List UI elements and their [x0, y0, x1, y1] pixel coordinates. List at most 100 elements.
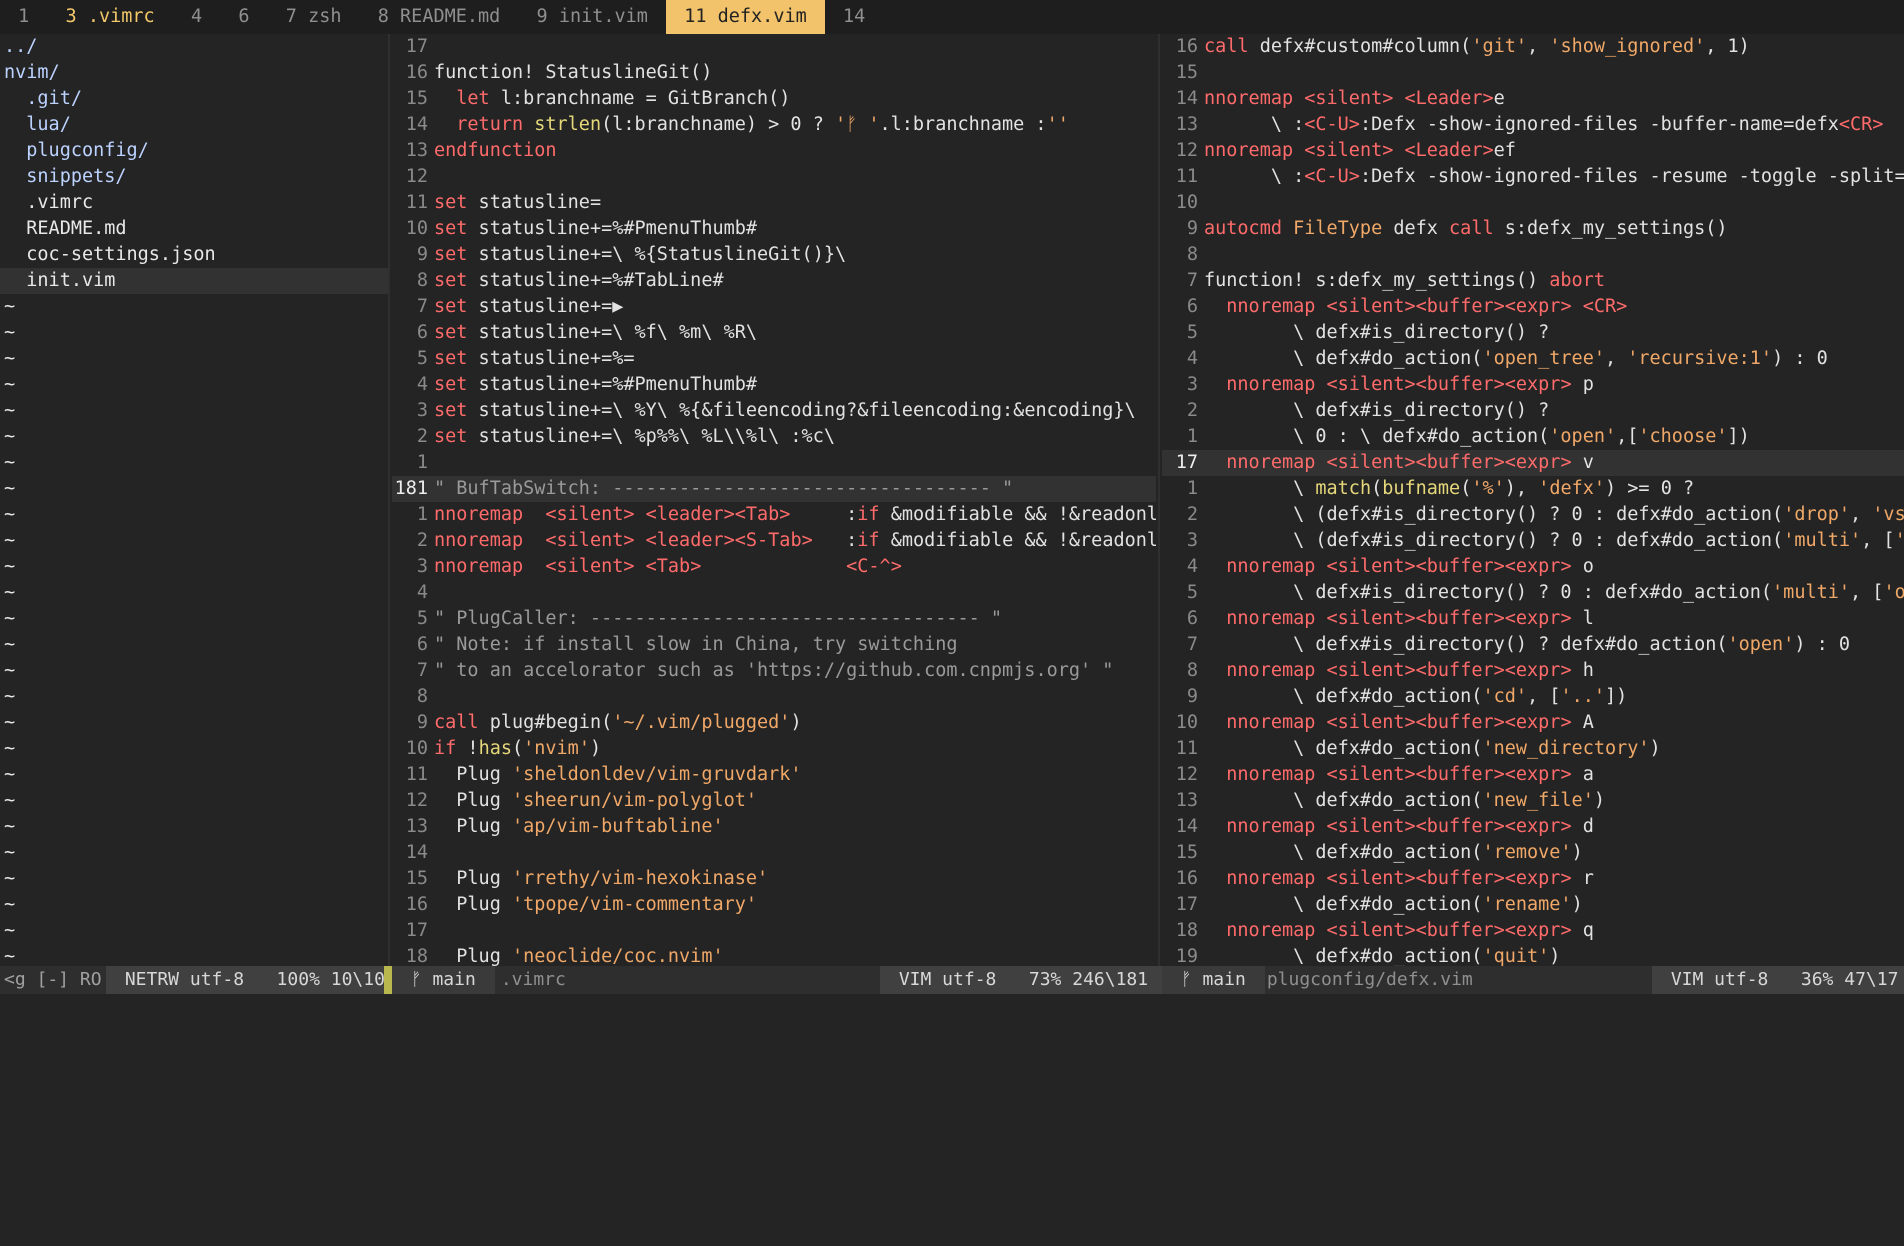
buffer-tab[interactable]: 6 — [220, 0, 267, 34]
code-line[interactable]: 2 \ defx#is_directory() ? — [1162, 398, 1904, 424]
defx-editor-pane[interactable]: 16 call defx#custom#column('git', 'show_i… — [1162, 34, 1904, 966]
code-line[interactable]: 3 nnoremap <silent> <Tab> <C-^> — [392, 554, 1156, 580]
code-line[interactable]: 15 \ defx#do_action('remove') — [1162, 840, 1904, 866]
code-line[interactable]: 8 — [392, 684, 1156, 710]
buffer-tab[interactable]: 9 init.vim — [518, 0, 666, 34]
line-text[interactable] — [1204, 242, 1904, 268]
netrw-entry[interactable]: plugconfig/ — [0, 138, 388, 164]
line-text[interactable]: \ :<C-U>:Defx -show-ignored-files -buffe… — [1204, 112, 1904, 138]
code-line[interactable]: 7 " to an accelorator such as 'https://gi… — [392, 658, 1156, 684]
line-text[interactable] — [434, 34, 1156, 60]
line-text[interactable]: nnoremap <silent><buffer><expr> <CR> — [1204, 294, 1904, 320]
code-line[interactable]: 4 set statusline+=%#PmenuThumb# — [392, 372, 1156, 398]
line-text[interactable]: set statusline+=%= — [434, 346, 1156, 372]
code-line[interactable]: 12 nnoremap <silent><buffer><expr> a — [1162, 762, 1904, 788]
line-text[interactable]: set statusline+=%#TabLine# — [434, 268, 1156, 294]
code-line[interactable]: 5 " PlugCaller: -------------------------… — [392, 606, 1156, 632]
code-line[interactable]: 9 autocmd FileType defx call s:defx_my_se… — [1162, 216, 1904, 242]
buffer-tab[interactable]: 7 zsh — [268, 0, 360, 34]
line-text[interactable]: nnoremap <silent><buffer><expr> o — [1204, 554, 1904, 580]
code-line[interactable]: 16 function! StatuslineGit() — [392, 60, 1156, 86]
line-text[interactable]: \ defx#do_action('quit') — [1204, 944, 1904, 966]
netrw-entry[interactable]: .vimrc — [0, 190, 388, 216]
code-line[interactable]: 13 \ defx#do_action('new_file') — [1162, 788, 1904, 814]
code-line[interactable]: 15 — [1162, 60, 1904, 86]
code-line[interactable]: 2 set statusline+=\ %p%%\ %L\\%l\ :%c\ — [392, 424, 1156, 450]
code-line[interactable]: 5 \ defx#is_directory() ? — [1162, 320, 1904, 346]
line-text[interactable]: \ defx#do_action('rename') — [1204, 892, 1904, 918]
netrw-entry-name[interactable]: README.md — [0, 216, 388, 242]
line-text[interactable]: set statusline+=%#PmenuThumb# — [434, 372, 1156, 398]
line-text[interactable] — [1204, 190, 1904, 216]
buffer-tab[interactable]: 11 defx.vim — [666, 0, 825, 34]
line-text[interactable]: \ (defx#is_directory() ? 0 : defx#do_act… — [1204, 528, 1904, 554]
line-text[interactable] — [1204, 60, 1904, 86]
code-line[interactable]: 11 \ defx#do_action('new_directory') — [1162, 736, 1904, 762]
line-text[interactable]: nnoremap <silent> <Leader>e — [1204, 86, 1904, 112]
code-line[interactable]: 8 set statusline+=%#TabLine# — [392, 268, 1156, 294]
line-text[interactable]: " BufTabSwitch: ------------------------… — [434, 476, 1156, 502]
code-line[interactable]: 15 let l:branchname = GitBranch() — [392, 86, 1156, 112]
line-text[interactable]: set statusline= — [434, 190, 1156, 216]
netrw-entry[interactable]: .git/ — [0, 86, 388, 112]
line-text[interactable] — [434, 580, 1156, 606]
buffer-tab[interactable]: 3 .vimrc — [47, 0, 172, 34]
line-text[interactable]: Plug 'rrethy/vim-hexokinase' — [434, 866, 1156, 892]
netrw-entry-name[interactable]: init.vim — [0, 268, 388, 294]
netrw-entry[interactable]: nvim/ — [0, 60, 388, 86]
code-line[interactable]: 6 nnoremap <silent><buffer><expr> <CR> — [1162, 294, 1904, 320]
line-text[interactable]: " Note: if install slow in China, try sw… — [434, 632, 1156, 658]
buffer-tab[interactable]: 14 — [825, 0, 884, 34]
code-line[interactable]: 5 \ defx#is_directory() ? 0 : defx#do_ac… — [1162, 580, 1904, 606]
line-text[interactable]: \ defx#is_directory() ? — [1204, 398, 1904, 424]
netrw-entry-name[interactable]: ../ — [0, 34, 388, 60]
code-line[interactable]: 16 nnoremap <silent><buffer><expr> r — [1162, 866, 1904, 892]
line-text[interactable]: \ match(bufname('%'), 'defx') >= 0 ? — [1204, 476, 1904, 502]
line-text[interactable] — [434, 840, 1156, 866]
code-line[interactable]: 14 nnoremap <silent><buffer><expr> d — [1162, 814, 1904, 840]
line-text[interactable]: return strlen(l:branchname) > 0 ? 'ᚠ '.l… — [434, 112, 1156, 138]
code-line[interactable]: 18 nnoremap <silent><buffer><expr> q — [1162, 918, 1904, 944]
line-text[interactable]: nnoremap <silent> <Leader>ef — [1204, 138, 1904, 164]
line-text[interactable]: set statusline+=\ %Y\ %{&fileencoding?&f… — [434, 398, 1156, 424]
line-text[interactable] — [434, 684, 1156, 710]
line-text[interactable] — [434, 918, 1156, 944]
netrw-entry-name[interactable]: nvim/ — [0, 60, 388, 86]
code-line[interactable]: 6 set statusline+=\ %f\ %m\ %R\ — [392, 320, 1156, 346]
code-line[interactable]: 12 nnoremap <silent> <Leader>ef — [1162, 138, 1904, 164]
code-line[interactable]: 6 " Note: if install slow in China, try s… — [392, 632, 1156, 658]
code-line[interactable]: 10 — [1162, 190, 1904, 216]
line-text[interactable]: Plug 'sheldonldev/vim-gruvdark' — [434, 762, 1156, 788]
line-text[interactable]: set statusline+=\ %p%%\ %L\\%l\ :%c\ — [434, 424, 1156, 450]
code-line[interactable]: 13 endfunction — [392, 138, 1156, 164]
buffer-tab[interactable]: 4 — [173, 0, 220, 34]
code-line[interactable]: 18 Plug 'neoclide/coc.nvim' — [392, 944, 1156, 966]
code-line[interactable]: 2 nnoremap <silent> <leader><S-Tab> :if &… — [392, 528, 1156, 554]
line-text[interactable]: nnoremap <silent><buffer><expr> p — [1204, 372, 1904, 398]
netrw-entry[interactable]: init.vim — [0, 268, 388, 294]
code-line[interactable]: 14 — [392, 840, 1156, 866]
code-line[interactable]: 1 \ match(bufname('%'), 'defx') >= 0 ? — [1162, 476, 1904, 502]
code-line[interactable]: 8 nnoremap <silent><buffer><expr> h — [1162, 658, 1904, 684]
line-text[interactable]: nnoremap <silent><buffer><expr> q — [1204, 918, 1904, 944]
command-line[interactable] — [0, 994, 1904, 1047]
code-line[interactable]: 3 \ (defx#is_directory() ? 0 : defx#do_a… — [1162, 528, 1904, 554]
netrw-entry-name[interactable]: plugconfig/ — [0, 138, 388, 164]
line-text[interactable]: " PlugCaller: --------------------------… — [434, 606, 1156, 632]
buffer-tab[interactable]: 1 — [0, 0, 47, 34]
code-line[interactable]: 3 set statusline+=\ %Y\ %{&fileencoding?&… — [392, 398, 1156, 424]
line-text[interactable]: \ defx#do_action('new_directory') — [1204, 736, 1904, 762]
code-line[interactable]: 10 if !has('nvim') — [392, 736, 1156, 762]
line-text[interactable]: nnoremap <silent><buffer><expr> v — [1204, 450, 1904, 476]
netrw-entry-name[interactable]: .git/ — [0, 86, 388, 112]
code-line[interactable]: 9 call plug#begin('~/.vim/plugged') — [392, 710, 1156, 736]
line-text[interactable]: set statusline+=%#PmenuThumb# — [434, 216, 1156, 242]
line-text[interactable]: \ :<C-U>:Defx -show-ignored-files -resum… — [1204, 164, 1904, 190]
line-text[interactable] — [434, 164, 1156, 190]
code-line[interactable]: 7 \ defx#is_directory() ? defx#do_action… — [1162, 632, 1904, 658]
line-text[interactable]: set statusline+=▶ — [434, 294, 1156, 320]
line-text[interactable]: \ defx#do_action('cd', ['..']) — [1204, 684, 1904, 710]
code-line[interactable]: 4 nnoremap <silent><buffer><expr> o — [1162, 554, 1904, 580]
code-line[interactable]: 15 Plug 'rrethy/vim-hexokinase' — [392, 866, 1156, 892]
code-line[interactable]: 7 set statusline+=▶ — [392, 294, 1156, 320]
